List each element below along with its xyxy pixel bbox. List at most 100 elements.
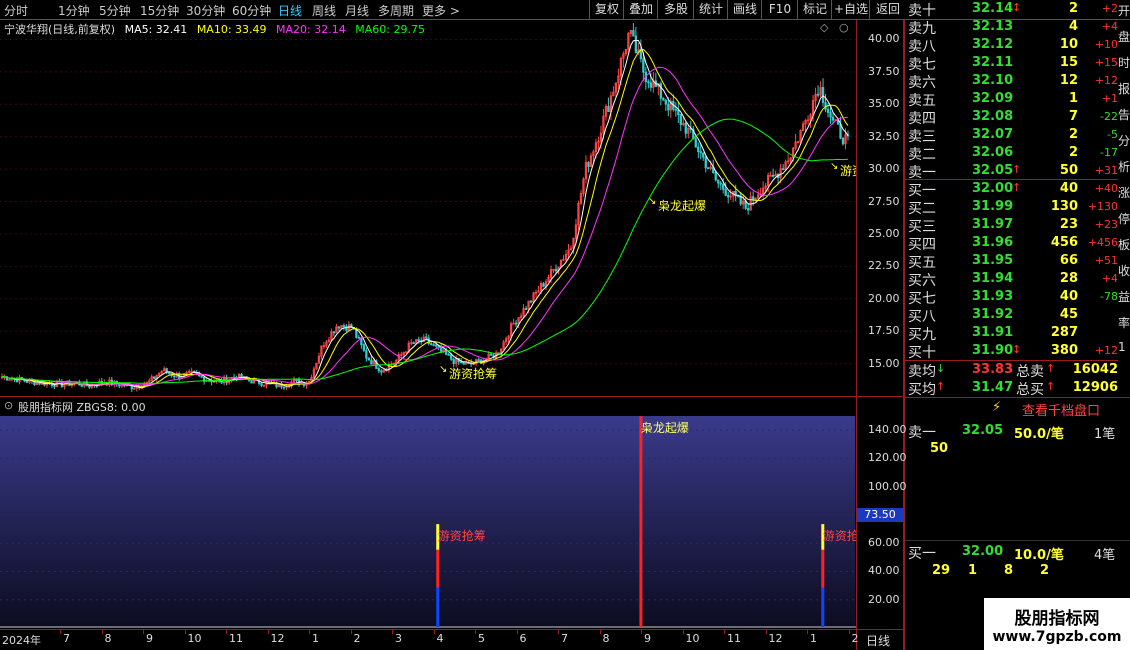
side-strip-char: 停 xyxy=(1118,212,1130,226)
add-watchlist-button[interactable]: +自选 xyxy=(831,0,870,19)
ask1-detail-price: 32.05 xyxy=(962,423,1004,438)
candle-body xyxy=(370,359,373,365)
level-volume: 23 xyxy=(1059,217,1078,232)
candle-body xyxy=(295,379,298,382)
candle-body xyxy=(25,380,29,383)
bid-row[interactable]: 买一 32.00 ↑ 40 +40 xyxy=(906,180,1118,199)
candle-body xyxy=(337,326,341,329)
candle-body xyxy=(722,183,725,190)
ma5-line xyxy=(2,40,849,389)
ask-row[interactable]: 卖三 32.07 2 -5 xyxy=(906,126,1118,145)
candle-body xyxy=(554,268,558,272)
back-button[interactable]: 返回 xyxy=(869,0,906,19)
signal-annotation: 枭龙起爆 xyxy=(658,198,706,213)
candle-body xyxy=(425,336,428,339)
date-tick-label: 3 xyxy=(395,632,402,645)
level-label: 买五 xyxy=(908,255,936,271)
f10-button[interactable]: F10 xyxy=(761,0,798,19)
price-tick-label: 20.00 xyxy=(868,291,900,305)
date-tick-label: 8 xyxy=(602,632,610,645)
level-arrow-icon: ↕ xyxy=(1012,343,1022,356)
indicator-title[interactable]: 股朋指标网 ZBGS8: 0.00 xyxy=(18,399,146,415)
bid-row[interactable]: 买十 31.90 ↕ 380 +12 xyxy=(906,342,1118,361)
period-tab-weekly[interactable]: 周线 xyxy=(312,2,336,19)
side-strip-char: 析 xyxy=(1118,160,1130,174)
side-strip-char: 1 xyxy=(1118,340,1126,354)
period-tab-fenshi[interactable]: 分时 xyxy=(4,2,28,19)
signal-bar-bottom xyxy=(436,587,440,627)
bid-row[interactable]: 买二 31.99 130 +130 xyxy=(906,198,1118,217)
period-tab-30min[interactable]: 30分钟 xyxy=(186,2,225,19)
ask-summary-row: 卖均 ↓ 33.83 总卖 ↑ 16042 xyxy=(906,361,1118,380)
price-tick-label: 22.50 xyxy=(868,259,900,273)
level-volume: 10 xyxy=(1059,37,1078,52)
level-price: 31.99 xyxy=(972,199,1014,214)
candle-body xyxy=(679,114,682,126)
period-tab-multi[interactable]: 多周期 xyxy=(378,2,414,19)
bid-row[interactable]: 买七 31.93 40 -78 xyxy=(906,288,1118,307)
bid1-order-volume: 2 xyxy=(1040,563,1050,578)
date-tick-label: 6 xyxy=(519,632,527,645)
date-tick-label: 1 xyxy=(810,632,817,645)
ask-row[interactable]: 卖十 32.14 ↕ 2 +2 xyxy=(906,0,1118,19)
level-price: 32.05 xyxy=(972,163,1014,178)
draw-line-button[interactable]: 画线 xyxy=(727,0,762,19)
period-tab-monthly[interactable]: 月线 xyxy=(345,2,369,19)
date-tick-label: 7 xyxy=(63,632,70,645)
candle-body xyxy=(829,112,832,118)
ask-row[interactable]: 卖九 32.13 4 +4 xyxy=(906,18,1118,37)
candle-body xyxy=(697,146,700,153)
period-tab-1min[interactable]: 1分钟 xyxy=(58,2,90,19)
level-price: 31.97 xyxy=(972,217,1014,232)
overlay-button[interactable]: 叠加 xyxy=(623,0,658,19)
stats-button[interactable]: 统计 xyxy=(693,0,728,19)
bid-row[interactable]: 买六 31.94 28 +4 xyxy=(906,270,1118,289)
date-tick-mark xyxy=(724,630,725,634)
period-tab-more[interactable]: 更多 > xyxy=(422,2,460,19)
kline-chart[interactable]: 游资抢筹↘枭龙起爆↘游资↘ xyxy=(0,20,856,396)
candle-body xyxy=(53,385,56,387)
level-label: 卖二 xyxy=(908,147,936,163)
side-strip-char: 板 xyxy=(1118,238,1130,252)
period-tab-15min[interactable]: 15分钟 xyxy=(140,2,179,19)
mark-button[interactable]: 标记 xyxy=(797,0,832,19)
candle-body xyxy=(542,283,545,287)
level-price: 31.94 xyxy=(972,271,1014,286)
candle-body xyxy=(587,161,590,167)
date-tick-mark xyxy=(475,630,476,634)
level-price: 31.93 xyxy=(972,289,1014,304)
bid-row[interactable]: 买九 31.91 287 xyxy=(906,324,1118,343)
period-tab-5min[interactable]: 5分钟 xyxy=(99,2,131,19)
bid-row[interactable]: 买四 31.96 456 +456 xyxy=(906,234,1118,253)
ask-row[interactable]: 卖六 32.10 12 +12 xyxy=(906,72,1118,91)
ask-row[interactable]: 卖七 32.11 15 +15 xyxy=(906,54,1118,73)
period-label: 日线 xyxy=(866,634,891,648)
level-change: +23 xyxy=(1094,218,1118,231)
bid-row[interactable]: 买三 31.97 23 +23 xyxy=(906,216,1118,235)
candle-body xyxy=(435,344,438,347)
multi-stock-button[interactable]: 多股 xyxy=(657,0,694,19)
period-tab-daily[interactable]: 日线 xyxy=(278,2,302,19)
level-label: 买三 xyxy=(908,219,936,235)
date-tick-mark xyxy=(226,630,227,634)
ask-row[interactable]: 卖四 32.08 7 -22 xyxy=(906,108,1118,127)
indicator-toggle-icon[interactable]: ⊙ xyxy=(4,399,13,412)
ask-row[interactable]: 卖五 32.09 1 +1 xyxy=(906,90,1118,109)
bid-row[interactable]: 买八 31.92 45 xyxy=(906,306,1118,325)
qiandang-button[interactable]: 查看千档盘口 xyxy=(1022,400,1100,419)
signal-annotation: 游资抢筹 xyxy=(449,366,497,381)
bid-row[interactable]: 买五 31.95 66 +51 xyxy=(906,252,1118,271)
price-tick-label: 35.00 xyxy=(868,97,900,111)
ask-row[interactable]: 卖二 32.06 2 -17 xyxy=(906,144,1118,163)
level-label: 卖五 xyxy=(908,93,936,109)
indicator-chart[interactable]: 游资抢筹 枭龙起爆游资抢 xyxy=(0,416,856,628)
ask-row[interactable]: 卖八 32.12 10 +10 xyxy=(906,36,1118,55)
price-tick-label: 40.00 xyxy=(868,32,900,46)
fuquan-button[interactable]: 复权 xyxy=(589,0,624,19)
ask-row[interactable]: 卖一 32.05 ↑ 50 +31 xyxy=(906,162,1118,181)
signal-arrow-icon: ↘ xyxy=(830,161,838,172)
period-tab-60min[interactable]: 60分钟 xyxy=(232,2,271,19)
level-label: 买十 xyxy=(908,345,936,361)
price-tick-label: 17.50 xyxy=(868,324,900,338)
candle-body xyxy=(674,108,677,111)
